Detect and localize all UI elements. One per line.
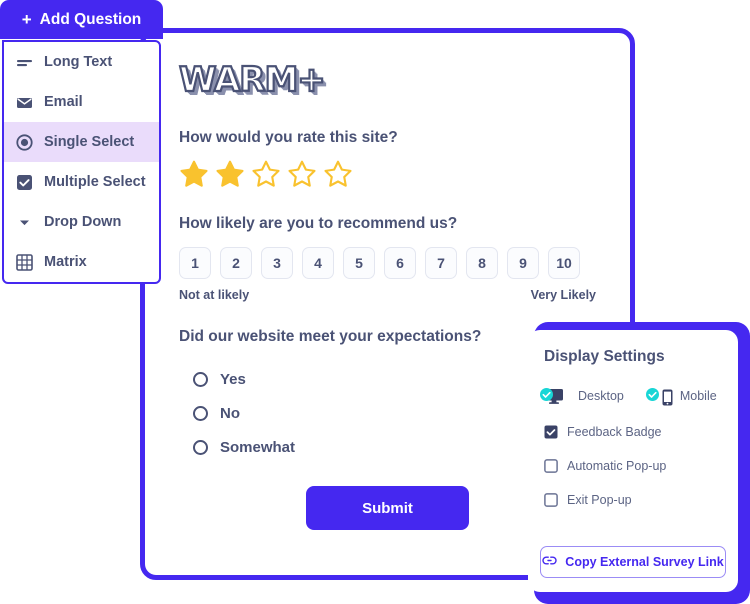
question-type-label: Long Text — [44, 54, 113, 70]
nps-scale[interactable]: 1 2 3 4 5 6 7 8 9 10 — [179, 247, 596, 279]
expectations-option-label: No — [220, 404, 240, 422]
question-type-menu: Long Text Email Single Select Multiple Sele… — [2, 40, 161, 284]
display-option-label: Exit Pop-up — [567, 493, 632, 507]
nps-option-8[interactable]: 8 — [466, 247, 498, 279]
question-type-label: Matrix — [44, 254, 87, 270]
nps-option-7[interactable]: 7 — [425, 247, 457, 279]
link-icon — [542, 555, 557, 569]
submit-button[interactable]: Submit — [306, 486, 469, 530]
copy-external-survey-link-button[interactable]: Copy External Survey Link — [540, 546, 726, 578]
question-type-multiple-select[interactable]: Multiple Select — [4, 162, 159, 202]
question-type-email[interactable]: Email — [4, 82, 159, 122]
device-enabled-check-icon — [645, 388, 659, 406]
envelope-icon — [16, 94, 33, 111]
plus-icon: + — [21, 10, 32, 29]
display-settings-title: Display Settings — [544, 348, 665, 365]
long-text-icon — [16, 54, 33, 71]
expectations-option-label: Somewhat — [220, 438, 296, 456]
nps-option-4[interactable]: 4 — [302, 247, 334, 279]
copy-link-label: Copy External Survey Link — [565, 555, 724, 569]
add-question-label: Add Question — [39, 10, 142, 28]
question-type-drop-down[interactable]: Drop Down — [4, 202, 159, 242]
question-type-label: Single Select — [44, 134, 135, 150]
checkbox-checked-icon — [16, 174, 33, 191]
desktop-icon — [540, 387, 572, 405]
nps-low-label: Not at likely — [179, 288, 250, 302]
display-option-feedback-badge[interactable]: Feedback Badge — [544, 425, 722, 439]
mobile-icon — [645, 387, 674, 406]
radio-circle-icon — [193, 439, 208, 455]
device-enabled-check-icon — [540, 388, 553, 406]
checkbox-checked-icon — [544, 425, 558, 439]
display-option-automatic-pop-up[interactable]: Automatic Pop-up — [544, 459, 722, 473]
nps-option-3[interactable]: 3 — [261, 247, 293, 279]
question-type-label: Email — [44, 94, 83, 110]
star-rating[interactable] — [179, 159, 596, 189]
device-toggle-row: Desktop Mobile — [540, 387, 722, 406]
nps-question-label: How likely are you to recommend us? — [179, 215, 458, 232]
expectations-option-label: Yes — [220, 370, 246, 388]
nps-option-6[interactable]: 6 — [384, 247, 416, 279]
nps-option-10[interactable]: 10 — [548, 247, 580, 279]
radio-filled-icon — [16, 133, 33, 151]
radio-circle-icon — [193, 405, 208, 421]
warm-logo: WARM+ — [178, 60, 327, 100]
star-2[interactable] — [215, 159, 245, 189]
add-question-button[interactable]: + Add Question — [0, 0, 163, 39]
checkbox-unchecked-icon — [544, 459, 558, 473]
nps-option-2[interactable]: 2 — [220, 247, 252, 279]
nps-scale-labels: Not at likely Very Likely — [179, 288, 596, 302]
star-3[interactable] — [251, 159, 281, 189]
display-option-label: Automatic Pop-up — [567, 459, 667, 473]
nps-high-label: Very Likely — [530, 288, 596, 302]
question-type-label: Multiple Select — [44, 174, 146, 190]
question-type-long-text[interactable]: Long Text — [4, 42, 159, 82]
device-toggle-mobile[interactable]: Mobile — [645, 387, 717, 406]
device-label: Mobile — [679, 389, 717, 403]
rating-question-label: How would you rate this site? — [179, 129, 398, 146]
nps-option-1[interactable]: 1 — [179, 247, 211, 279]
device-toggle-desktop[interactable]: Desktop — [540, 387, 624, 405]
checkbox-unchecked-icon — [544, 493, 558, 507]
display-option-label: Feedback Badge — [567, 425, 662, 439]
question-type-single-select[interactable]: Single Select — [4, 122, 159, 162]
star-1[interactable] — [179, 159, 209, 189]
question-type-label: Drop Down — [44, 214, 122, 230]
grid-icon — [16, 253, 33, 271]
display-settings-panel: Display Settings Desktop Mobile Feedback … — [528, 330, 738, 592]
display-options-list: Feedback Badge Automatic Pop-up Exit Pop-u… — [544, 425, 722, 507]
nps-option-9[interactable]: 9 — [507, 247, 539, 279]
chevron-down-icon — [16, 214, 33, 231]
nps-option-5[interactable]: 5 — [343, 247, 375, 279]
display-option-exit-pop-up[interactable]: Exit Pop-up — [544, 493, 722, 507]
radio-circle-icon — [193, 371, 208, 387]
question-type-matrix[interactable]: Matrix — [4, 242, 159, 282]
star-4[interactable] — [287, 159, 317, 189]
device-label: Desktop — [578, 389, 624, 403]
app-root: WARM+ How would you rate this site? How … — [0, 0, 750, 604]
star-5[interactable] — [323, 159, 353, 189]
